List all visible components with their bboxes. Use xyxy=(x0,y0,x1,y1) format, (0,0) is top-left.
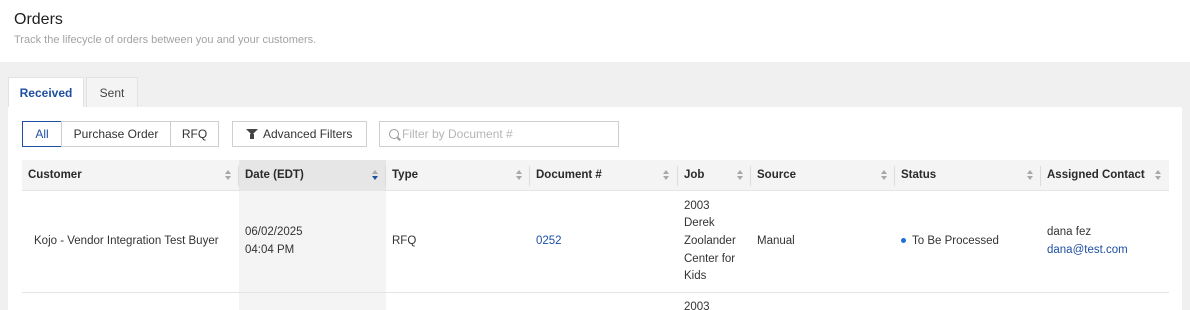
column-divider xyxy=(750,166,751,186)
cell-job-line: Derek xyxy=(684,217,715,229)
sort-icon xyxy=(1027,170,1033,181)
filter-rfq-button[interactable]: RFQ xyxy=(170,121,219,147)
search-icon xyxy=(389,129,399,139)
filter-all-button[interactable]: All xyxy=(22,121,62,147)
cell-time: 04:04 PM xyxy=(245,244,295,256)
cell-job-line: 2003 xyxy=(684,200,710,212)
column-header-document[interactable]: Document # xyxy=(530,160,678,191)
column-divider xyxy=(894,166,895,186)
status-dot-icon xyxy=(901,238,906,243)
sort-icon xyxy=(225,170,231,181)
sort-descending-icon xyxy=(372,170,378,181)
row-divider xyxy=(22,292,1169,293)
column-header-source[interactable]: Source xyxy=(751,160,895,191)
document-filter xyxy=(379,121,619,147)
filter-funnel-icon-stem xyxy=(250,134,254,139)
sort-icon xyxy=(516,170,522,181)
cell-job-line: 2003 xyxy=(684,301,710,310)
column-header-assigned-contact[interactable]: Assigned Contact xyxy=(1041,160,1169,191)
status-text: To Be Processed xyxy=(912,235,999,247)
sort-icon xyxy=(663,170,669,181)
column-header-customer[interactable]: Customer xyxy=(22,160,239,191)
advanced-filters-label: Advanced Filters xyxy=(263,127,353,141)
cell-job-line: Center for xyxy=(684,253,736,265)
cell-source: Manual xyxy=(757,235,795,247)
contact-email-link[interactable]: dana@test.com xyxy=(1047,241,1128,259)
document-filter-input[interactable] xyxy=(402,125,612,143)
filter-purchase-order-button[interactable]: Purchase Order xyxy=(61,121,171,147)
contact-name: dana fez xyxy=(1047,226,1092,238)
column-header-job[interactable]: Job xyxy=(678,160,751,191)
column-header-type[interactable]: Type xyxy=(386,160,530,191)
cell-date: 06/02/2025 xyxy=(245,226,303,238)
column-divider xyxy=(677,166,678,186)
column-header-date[interactable]: Date (EDT) xyxy=(239,160,386,191)
cell-type: RFQ xyxy=(392,235,417,247)
document-link[interactable]: 0252 xyxy=(536,232,562,250)
page-title: Orders xyxy=(14,11,63,28)
tab-received[interactable]: Received xyxy=(8,77,84,108)
cell-job-line: Kids xyxy=(684,270,707,282)
cell-job-line: Zoolander xyxy=(684,235,736,247)
sort-icon xyxy=(737,170,743,181)
column-divider xyxy=(529,166,530,186)
column-header-status[interactable]: Status xyxy=(895,160,1041,191)
cell-customer: Kojo - Vendor Integration Test Buyer xyxy=(34,235,219,247)
advanced-filters-button[interactable]: Advanced Filters xyxy=(232,121,367,147)
column-divider xyxy=(385,166,386,186)
column-divider xyxy=(238,166,239,186)
sort-icon xyxy=(1155,170,1161,181)
sort-icon xyxy=(881,170,887,181)
page-subtitle: Track the lifecycle of orders between yo… xyxy=(14,34,317,46)
page-header: Orders Track the lifecycle of orders bet… xyxy=(0,0,1190,62)
tab-sent[interactable]: Sent xyxy=(86,77,138,108)
column-divider xyxy=(1040,166,1041,186)
